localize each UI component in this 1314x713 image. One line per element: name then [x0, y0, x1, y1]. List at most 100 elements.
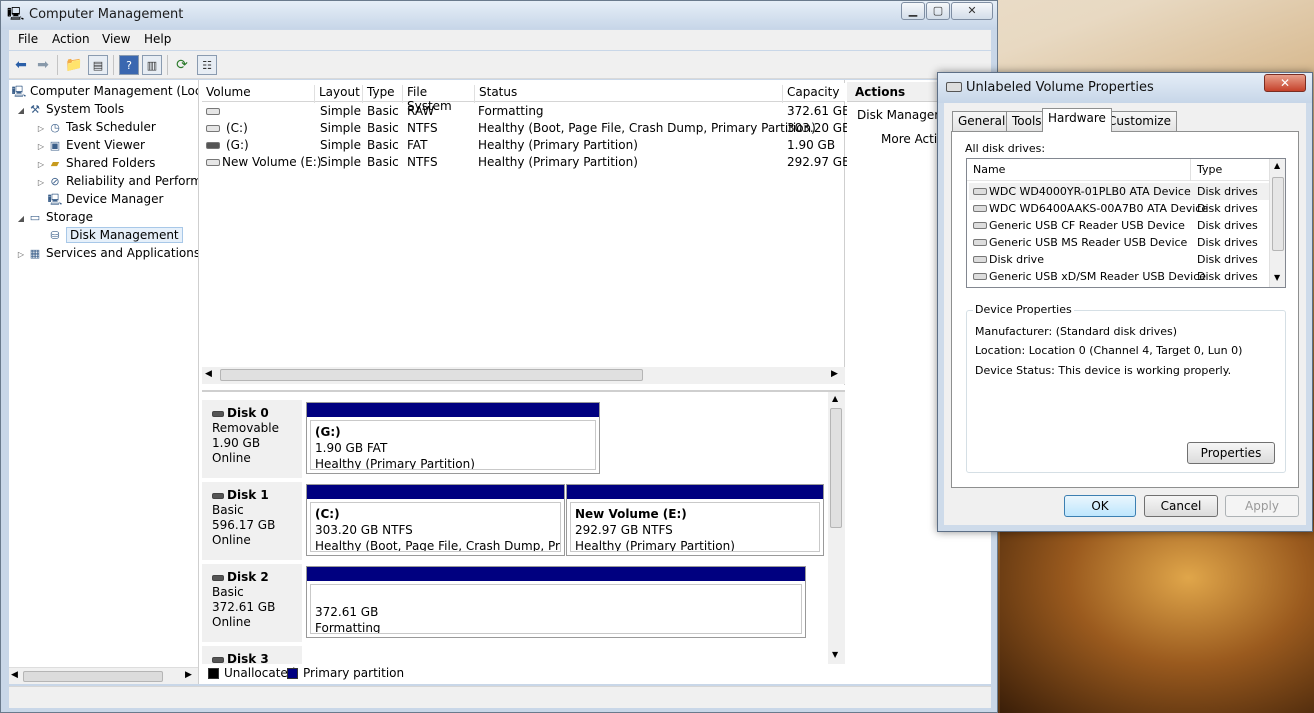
- scroll-down-icon[interactable]: ▼: [832, 650, 838, 659]
- dialog-title: Unlabeled Volume Properties: [966, 80, 1154, 95]
- partition-g[interactable]: (G:) 1.90 GB FAT Healthy (Primary Partit…: [306, 402, 600, 474]
- services-icon: ▦: [29, 247, 41, 260]
- forward-arrow-icon[interactable]: ➡: [33, 55, 53, 75]
- menu-help[interactable]: Help: [144, 32, 171, 46]
- primary-partition-bar: [307, 485, 564, 499]
- tab-customize[interactable]: Customize: [1102, 111, 1177, 131]
- scrollbar-thumb[interactable]: [23, 671, 163, 682]
- tab-hardware[interactable]: Hardware: [1042, 108, 1112, 132]
- all-disk-drives-label: All disk drives:: [965, 142, 1046, 155]
- partition-e[interactable]: New Volume (E:) 292.97 GB NTFS Healthy (…: [566, 484, 824, 556]
- disk-0-label[interactable]: Disk 0 Removable 1.90 GB Online: [202, 400, 302, 480]
- table-row[interactable]: New Volume (E:) Simple Basic NTFS Health…: [202, 154, 850, 171]
- apply-button[interactable]: Apply: [1225, 495, 1299, 517]
- disk-1-label[interactable]: Disk 1 Basic 596.17 GB Online: [202, 482, 302, 562]
- tree-item-device-manager[interactable]: 🖳 Device Manager: [35, 190, 164, 208]
- primary-partition-swatch: [287, 668, 298, 679]
- show-hide-action-pane-icon[interactable]: ▥: [142, 55, 162, 75]
- action-more-actions[interactable]: More Actio: [881, 132, 945, 146]
- expanded-arrow-icon[interactable]: ◢: [15, 210, 27, 228]
- column-header-type[interactable]: Type: [362, 85, 402, 103]
- minimize-button[interactable]: ▁: [901, 2, 925, 20]
- action-disk-management[interactable]: Disk Managem: [857, 108, 946, 122]
- tree-item-root[interactable]: 🖳 Computer Management (Local: [11, 82, 198, 100]
- menu-action[interactable]: Action: [52, 32, 90, 46]
- collapsed-arrow-icon[interactable]: ▷: [15, 246, 27, 264]
- storage-icon: ▭: [29, 211, 41, 224]
- scroll-right-icon[interactable]: ▶: [831, 369, 838, 379]
- title-bar[interactable]: 🖳 Computer Management ▁ ▢ ✕: [1, 1, 997, 29]
- tree-item-disk-management[interactable]: ⛁ Disk Management: [35, 226, 183, 244]
- primary-partition-bar: [307, 567, 805, 581]
- dialog-title-bar[interactable]: Unlabeled Volume Properties ✕: [938, 73, 1312, 103]
- column-header-type[interactable]: Type: [1197, 163, 1222, 176]
- console-tree: 🖳 Computer Management (Local ◢ ⚒ System Too…: [9, 80, 199, 684]
- tree-item-task-scheduler[interactable]: ▷ ◷ Task Scheduler: [35, 118, 156, 136]
- disk-drive-icon: [973, 222, 987, 229]
- disk-drives-list-header: Name Type: [967, 159, 1269, 181]
- scrollbar-thumb[interactable]: [830, 408, 842, 528]
- column-header-capacity[interactable]: Capacity: [782, 85, 845, 103]
- tree-item-storage[interactable]: ◢ ▭ Storage: [15, 208, 93, 226]
- scroll-down-icon[interactable]: ▼: [1274, 273, 1280, 282]
- unallocated-swatch: [208, 668, 219, 679]
- back-arrow-icon[interactable]: ⬅: [11, 55, 31, 75]
- window-title: Computer Management: [29, 7, 184, 22]
- hardware-tab-panel: All disk drives: Name Type WDC WD4000YR-…: [951, 131, 1299, 488]
- column-header-status[interactable]: Status: [474, 85, 782, 103]
- close-button[interactable]: ✕: [951, 2, 993, 20]
- tree-item-services[interactable]: ▷ ▦ Services and Applications: [15, 244, 198, 264]
- disk-drive-icon: [973, 273, 987, 280]
- table-row[interactable]: (C:) Simple Basic NTFS Healthy (Boot, Pa…: [202, 120, 850, 137]
- partition-formatting[interactable]: 372.61 GB Formatting: [306, 566, 806, 638]
- table-row[interactable]: (G:) Simple Basic FAT Healthy (Primary P…: [202, 137, 845, 154]
- list-item[interactable]: Disk drive Disk drives: [969, 251, 1269, 268]
- disk-3-label[interactable]: Disk 3: [202, 646, 302, 666]
- scroll-left-icon[interactable]: ◀: [205, 369, 212, 379]
- help-icon[interactable]: ?: [119, 55, 139, 75]
- scroll-right-icon[interactable]: ▶: [185, 670, 192, 680]
- refresh-icon[interactable]: ⟳: [172, 55, 192, 75]
- partition-c[interactable]: (C:) 303.20 GB NTFS Healthy (Boot, Page …: [306, 484, 565, 556]
- list-item[interactable]: WDC WD6400AAKS-00A7B0 ATA Device Disk dri…: [969, 200, 1269, 217]
- scrollbar-thumb[interactable]: [1272, 177, 1284, 251]
- tree-item-shared-folders[interactable]: ▷ ▰ Shared Folders: [35, 154, 155, 172]
- maximize-button[interactable]: ▢: [926, 2, 950, 20]
- menu-file[interactable]: File: [18, 32, 38, 46]
- dialog-close-button[interactable]: ✕: [1264, 74, 1306, 92]
- column-header-volume[interactable]: Volume: [202, 85, 314, 103]
- scrollbar-thumb[interactable]: [220, 369, 643, 381]
- drive-icon: [946, 82, 962, 92]
- properties-icon[interactable]: ☷: [197, 55, 217, 75]
- tree-item-system-tools[interactable]: ◢ ⚒ System Tools: [15, 100, 124, 118]
- list-item[interactable]: Generic USB CF Reader USB Device Disk dri…: [969, 217, 1269, 234]
- tab-general[interactable]: General: [952, 111, 1012, 131]
- scroll-left-icon[interactable]: ◀: [11, 670, 18, 680]
- tools-icon: ⚒: [30, 103, 40, 116]
- scroll-up-icon[interactable]: ▲: [1274, 161, 1280, 170]
- list-item[interactable]: Generic USB xD/SM Reader USB Device Disk …: [969, 268, 1269, 285]
- tree-horizontal-scrollbar[interactable]: ◀ ▶: [9, 667, 198, 684]
- list-item[interactable]: Generic USB MS Reader USB Device Disk dri…: [969, 234, 1269, 251]
- properties-button[interactable]: Properties: [1187, 442, 1275, 464]
- disk-view-vertical-scrollbar[interactable]: ▲ ▼: [828, 392, 845, 664]
- volume-list: Volume Layout Type File System Status Ca…: [202, 80, 850, 385]
- expanded-arrow-icon[interactable]: ◢: [15, 102, 27, 120]
- tree-item-event-viewer[interactable]: ▷ ▣ Event Viewer: [35, 136, 145, 154]
- list-item[interactable]: WDC WD4000YR-01PLB0 ATA Device Disk drive…: [969, 183, 1269, 200]
- volume-list-horizontal-scrollbar[interactable]: ◀ ▶: [202, 367, 845, 384]
- table-row[interactable]: Simple Basic RAW Formatting 372.61 GB: [202, 103, 850, 120]
- menu-view[interactable]: View: [102, 32, 130, 46]
- cancel-button[interactable]: Cancel: [1144, 495, 1218, 517]
- column-header-file-system[interactable]: File System: [402, 85, 474, 113]
- column-header-name[interactable]: Name: [973, 163, 1005, 176]
- drives-list-vertical-scrollbar[interactable]: ▲ ▼: [1269, 159, 1285, 287]
- ok-button[interactable]: OK: [1064, 495, 1136, 517]
- tree-item-reliability[interactable]: ▷ ⊘ Reliability and Performa: [35, 172, 198, 190]
- show-hide-tree-icon[interactable]: ▤: [88, 55, 108, 75]
- scroll-up-icon[interactable]: ▲: [832, 394, 838, 403]
- column-header-layout[interactable]: Layout: [314, 85, 362, 103]
- up-folder-icon[interactable]: 📁: [64, 55, 84, 75]
- disk-2-label[interactable]: Disk 2 Basic 372.61 GB Online: [202, 564, 302, 644]
- computer-management-icon: 🖳: [7, 7, 25, 22]
